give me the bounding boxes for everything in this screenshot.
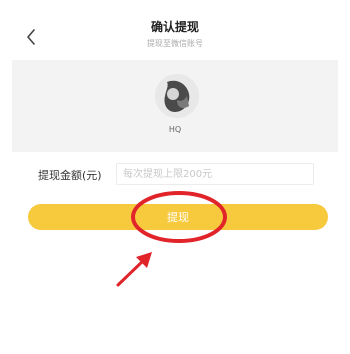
header-bar: 确认提现 提现至微信账号	[0, 0, 350, 60]
amount-row: 提现金额(元)	[38, 163, 318, 185]
withdraw-button[interactable]: 提现	[28, 204, 328, 230]
page-title: 确认提现	[150, 20, 199, 34]
page-subtitle: 提现至微信账号	[147, 39, 203, 48]
amount-label: 提现金额(元)	[38, 169, 102, 182]
username: HQ	[168, 125, 182, 134]
profile-card: HQ	[12, 60, 338, 152]
amount-input[interactable]	[116, 163, 314, 185]
avatar	[155, 74, 199, 118]
avatar-image	[155, 74, 199, 118]
annotation-arrow	[116, 252, 152, 287]
